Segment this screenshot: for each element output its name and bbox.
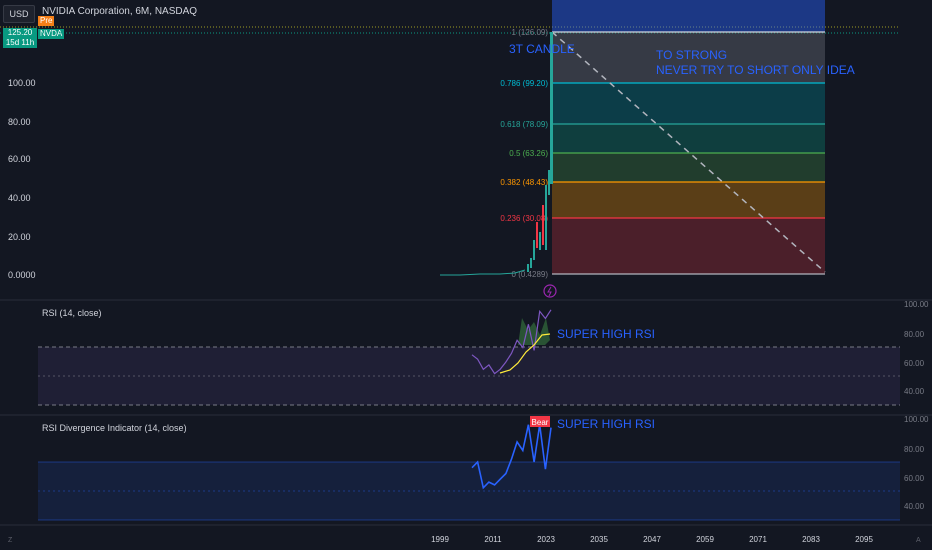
- divergence-pane-title[interactable]: RSI Divergence Indicator (14, close): [42, 423, 187, 433]
- divergence-annotation: SUPER HIGH RSI: [557, 417, 656, 431]
- timezone-icon[interactable]: Z: [8, 537, 12, 544]
- projection-box: [552, 0, 825, 32]
- time-axis-label: 1999: [431, 535, 449, 544]
- candle-annotation: 3T CANDLE: [509, 42, 575, 56]
- candle: [530, 258, 532, 268]
- div-axis-label: 80.00: [904, 445, 925, 454]
- fib-label-0786: 0.786 (99.20): [500, 79, 548, 88]
- rsi-axis-label: 100.00: [904, 300, 929, 309]
- fib-label-0382: 0.382 (48.43): [500, 178, 548, 187]
- rsi-axis-label: 60.00: [904, 359, 925, 368]
- time-axis-label: 2083: [802, 535, 820, 544]
- time-axis-label: 2011: [484, 535, 502, 544]
- candle: [533, 240, 535, 260]
- fib-zone-0786: [552, 83, 825, 124]
- time-axis-label: 2047: [643, 535, 661, 544]
- candle: [548, 170, 550, 195]
- candle: [536, 222, 538, 248]
- bear-label: Bear: [532, 418, 549, 427]
- rsi-annotation: SUPER HIGH RSI: [557, 327, 656, 341]
- fib-label-0618: 0.618 (78.09): [500, 120, 548, 129]
- strong-annotation: TO STRONG NEVER TRY TO SHORT ONLY IDEA: [656, 48, 855, 78]
- rsi-axis-label: 40.00: [904, 387, 925, 396]
- strong-annotation-line2: NEVER TRY TO SHORT ONLY IDEA: [656, 63, 855, 77]
- rsi-axis-label: 80.00: [904, 330, 925, 339]
- fib-label-1: 1 (126.09): [512, 28, 549, 37]
- div-axis-label: 100.00: [904, 415, 929, 424]
- fib-zone-0618: [552, 124, 825, 153]
- time-axis-label: 2059: [696, 535, 714, 544]
- strong-annotation-line1: TO STRONG: [656, 48, 728, 62]
- auto-scale-icon[interactable]: A: [916, 537, 921, 544]
- fib-label-0236: 0.236 (30.08): [500, 214, 548, 223]
- chart-canvas[interactable]: 1 (126.09) 0.786 (99.20) 0.618 (78.09) 0…: [0, 0, 932, 550]
- time-axis-label: 2035: [590, 535, 608, 544]
- candle: [539, 232, 541, 250]
- lightning-icon: [543, 284, 557, 298]
- fib-zone-05: [552, 153, 825, 182]
- candle: [542, 205, 544, 245]
- rsi-overbought-fill: [518, 318, 550, 345]
- div-axis-label: 40.00: [904, 502, 925, 511]
- fib-label-0: 0 (0.4289): [512, 270, 549, 279]
- time-axis-label: 2071: [749, 535, 767, 544]
- candle: [527, 264, 529, 272]
- fib-zone-0382: [552, 182, 825, 218]
- div-axis-label: 60.00: [904, 474, 925, 483]
- rsi-pane-title[interactable]: RSI (14, close): [42, 308, 102, 318]
- time-axis-label: 2095: [855, 535, 873, 544]
- time-axis-label: 2023: [537, 535, 555, 544]
- candle: [545, 185, 547, 250]
- fib-label-05: 0.5 (63.26): [509, 149, 548, 158]
- fib-zone-0236: [552, 218, 825, 274]
